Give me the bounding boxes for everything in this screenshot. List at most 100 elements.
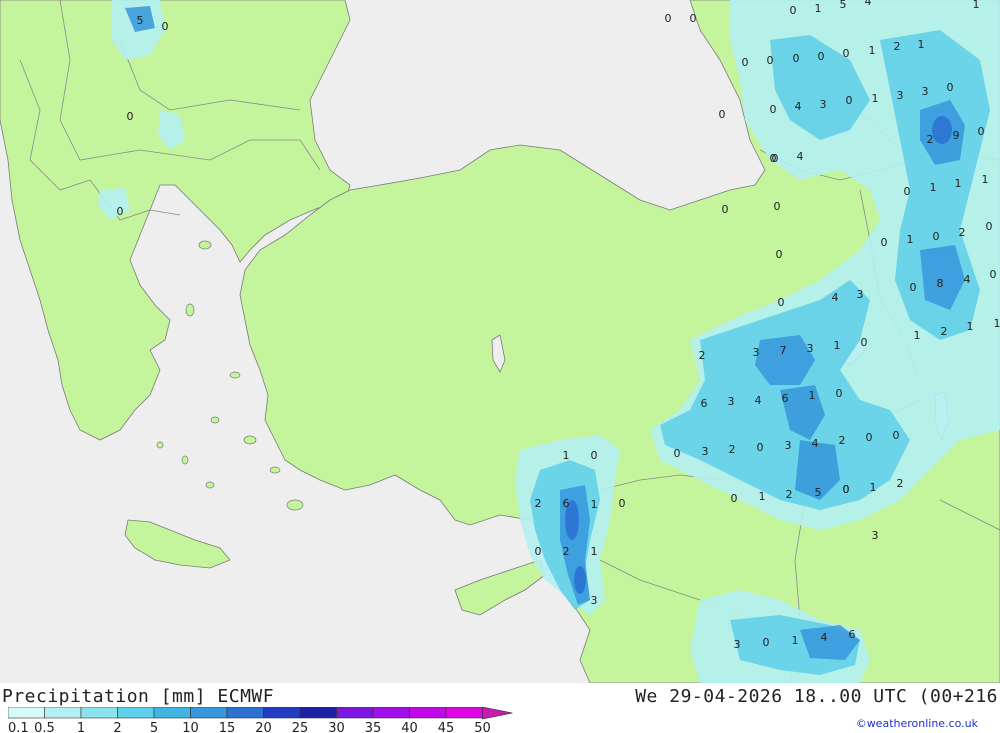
value-label: 1 (918, 38, 925, 51)
value-label: 0 (774, 200, 781, 213)
legend-label: 20 (255, 721, 272, 733)
legend-swatch (190, 707, 228, 719)
value-label: 0 (742, 56, 749, 69)
legend-label: 1 (77, 721, 85, 733)
legend-label: 5 (150, 721, 158, 733)
value-label: 2 (699, 349, 706, 362)
value-label: 1 (967, 320, 974, 333)
value-label: 1 (591, 545, 598, 558)
value-label: 0 (722, 203, 729, 216)
value-label: 0 (990, 268, 997, 281)
value-label: 2 (535, 497, 542, 510)
value-label: 3 (591, 594, 598, 607)
value-label: 3 (702, 445, 709, 458)
value-label: 0 (757, 441, 764, 454)
value-label: 0 (866, 431, 873, 444)
value-label: 3 (734, 638, 741, 651)
value-label: 0 (843, 483, 850, 496)
value-label: 5 (840, 0, 847, 11)
value-label: 1 (591, 498, 598, 511)
value-label: 4 (832, 291, 839, 304)
value-label: 4 (795, 100, 802, 113)
value-label: 0 (763, 636, 770, 649)
value-label: 2 (897, 477, 904, 490)
value-label: 0 (770, 103, 777, 116)
value-label: 1 (792, 634, 799, 647)
value-label: 1 (870, 481, 877, 494)
value-label: 1 (982, 173, 989, 186)
value-label: 0 (933, 230, 940, 243)
legend-label: 10 (182, 721, 199, 733)
value-label: 1 (994, 317, 1000, 330)
value-label: 3 (897, 89, 904, 102)
value-label: 2 (927, 133, 934, 146)
credit-link[interactable]: ©weatheronline.co.uk (856, 717, 978, 730)
legend-swatch (44, 707, 82, 719)
value-label: 4 (755, 394, 762, 407)
value-label: 5 (137, 14, 144, 27)
value-label: 0 (947, 81, 954, 94)
value-label: 0 (619, 497, 626, 510)
value-label: 2 (563, 545, 570, 558)
value-label: 1 (872, 92, 879, 105)
legend-label: 50 (474, 721, 491, 733)
precipitation-legend: 0.1 0.5 1 2 5 10 15 20 25 30 35 40 45 50 (8, 707, 513, 733)
value-label: 0 (790, 4, 797, 17)
value-label: 0 (674, 447, 681, 460)
value-label: 1 (973, 0, 980, 11)
value-label: 6 (782, 392, 789, 405)
value-label: 0 (904, 185, 911, 198)
value-label: 0 (793, 52, 800, 65)
value-label: 2 (959, 226, 966, 239)
precipitation-map: 5 0 0 0 0 0 0 0 0 0 0 0 0 1 5 4 1 0 0 0 … (0, 0, 1000, 683)
value-label: 0 (818, 50, 825, 63)
legend-swatch (445, 707, 483, 719)
value-label: 8 (937, 277, 944, 290)
value-label: 4 (812, 437, 819, 450)
value-label: 0 (893, 429, 900, 442)
value-label: 0 (535, 545, 542, 558)
value-label: 4 (797, 150, 804, 163)
legend-arrow (482, 707, 513, 720)
legend-swatch (409, 707, 447, 719)
value-label: 2 (786, 488, 793, 501)
value-label: 1 (930, 181, 937, 194)
value-label: 3 (807, 342, 814, 355)
legend-swatch (80, 707, 118, 719)
value-label: 3 (922, 85, 929, 98)
value-label: 2 (729, 443, 736, 456)
value-label: 0 (778, 296, 785, 309)
value-label: 3 (728, 395, 735, 408)
value-label: 0 (767, 54, 774, 67)
value-label: 0 (986, 220, 993, 233)
value-label: 3 (857, 288, 864, 301)
value-label: 7 (780, 344, 787, 357)
legend-label: 15 (219, 721, 236, 733)
value-label: 0 (861, 336, 868, 349)
value-label: 0 (772, 152, 779, 165)
value-label: 1 (563, 449, 570, 462)
value-label: 0 (978, 125, 985, 138)
value-label: 0 (117, 205, 124, 218)
value-label: 0 (836, 387, 843, 400)
value-label: 9 (953, 129, 960, 142)
value-label: 0 (591, 449, 598, 462)
value-label: 1 (834, 339, 841, 352)
value-label: 0 (910, 281, 917, 294)
value-label: 4 (821, 631, 828, 644)
legend-swatch (8, 707, 45, 719)
value-label: 0 (665, 12, 672, 25)
value-label: 0 (162, 20, 169, 33)
legend-label: 0.1 (8, 721, 29, 733)
value-label: 1 (815, 2, 822, 15)
value-label: 5 (815, 486, 822, 499)
legend-swatch (299, 707, 337, 719)
value-label: 0 (719, 108, 726, 121)
legend-swatch (263, 707, 301, 719)
value-label: 0 (776, 248, 783, 261)
legend-label: 45 (438, 721, 455, 733)
legend-swatch (372, 707, 410, 719)
legend-label: 35 (365, 721, 382, 733)
value-label: 0 (690, 12, 697, 25)
value-label: 4 (964, 273, 971, 286)
